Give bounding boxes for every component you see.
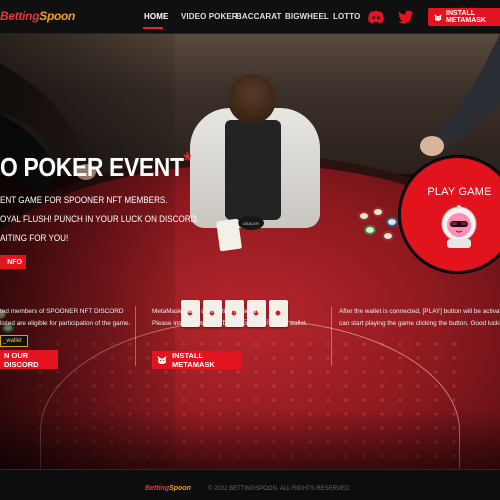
hero-bottom-fade — [0, 409, 500, 469]
event-description-line-1: ENT GAME FOR SPOONER NFT MEMBERS. — [0, 195, 168, 205]
event-title: O POKER EVENT* — [0, 148, 191, 183]
nav-baccarat[interactable]: BACCARAT — [236, 12, 282, 21]
wallet-tag: _wallet — [0, 335, 28, 347]
hero-overlay — [0, 34, 175, 469]
dealer-cards — [216, 218, 242, 252]
join-discord-label: N OUR DISCORD — [4, 350, 39, 369]
twitter-icon[interactable] — [398, 10, 414, 24]
step-divider — [135, 306, 136, 366]
step-3-line-2: can start playing the game clicking the … — [339, 320, 500, 327]
join-discord-button[interactable]: N OUR DISCORD — [0, 350, 58, 369]
install-metamask-header-button[interactable]: INSTALL METAMASK — [428, 8, 500, 26]
nav-home[interactable]: HOME — [144, 12, 168, 21]
discord-icon[interactable] — [368, 10, 384, 24]
event-description-line-2: OYAL FLUSH! PUNCH IN YOUR LUCK ON DISCOR… — [0, 214, 199, 224]
install-metamask-button[interactable]: INSTALL METAMASK — [152, 351, 241, 369]
event-title-text: O POKER EVENT — [0, 152, 184, 182]
footer: BettingSpoon © 2022 BETTINGSPOON. ALL RI… — [0, 469, 500, 500]
event-description-line-3: AITING FOR YOU! — [0, 233, 69, 243]
install-metamask-label: INSTALL METAMASK — [172, 351, 215, 369]
footer-logo-betting: Betting — [145, 485, 170, 492]
top-navbar: BettingSpoon HOME VIDEO POKER BACCARAT B… — [0, 0, 500, 34]
step-2-line-1: MetaMask wallet connection is required. — [152, 308, 266, 315]
dealer-button: DEALER — [238, 216, 264, 230]
astronaut-icon — [441, 205, 477, 248]
metamask-fox-icon — [434, 13, 442, 21]
nav-bigwheel[interactable]: BIGWHEEL — [285, 12, 329, 21]
event-title-asterisk: * — [183, 148, 192, 173]
copyright-text: © 2022 BETTINGSPOON. ALL RIGHTS RESERVED… — [208, 486, 351, 492]
step-1-line-1: ted members of SPOONER NFT DISCORD — [0, 308, 124, 315]
step-divider — [331, 306, 332, 366]
metamask-fox-icon — [157, 355, 167, 365]
step-1-line-2: listed are eligible for participation of… — [0, 320, 131, 327]
more-info-button[interactable]: NFO — [0, 255, 26, 269]
main-nav: HOME VIDEO POKER BACCARAT BIGWHEEL LOTTO — [0, 0, 500, 34]
nav-lotto[interactable]: LOTTO — [333, 12, 360, 21]
nav-active-indicator — [143, 27, 163, 29]
play-game-label: PLAY GAME — [427, 186, 492, 198]
install-metamask-header-label: INSTALL METAMASK — [446, 10, 486, 24]
footer-logo[interactable]: BettingSpoon — [145, 485, 191, 492]
step-2-line-2: Please install MetaMask before connectin… — [152, 320, 308, 327]
step-3-line-1: After the wallet is connected, [PLAY] bu… — [339, 308, 500, 315]
nav-video-poker[interactable]: VIDEO POKER — [181, 12, 238, 21]
more-info-label: NFO — [7, 258, 22, 266]
footer-logo-spoon: Spoon — [169, 485, 191, 492]
